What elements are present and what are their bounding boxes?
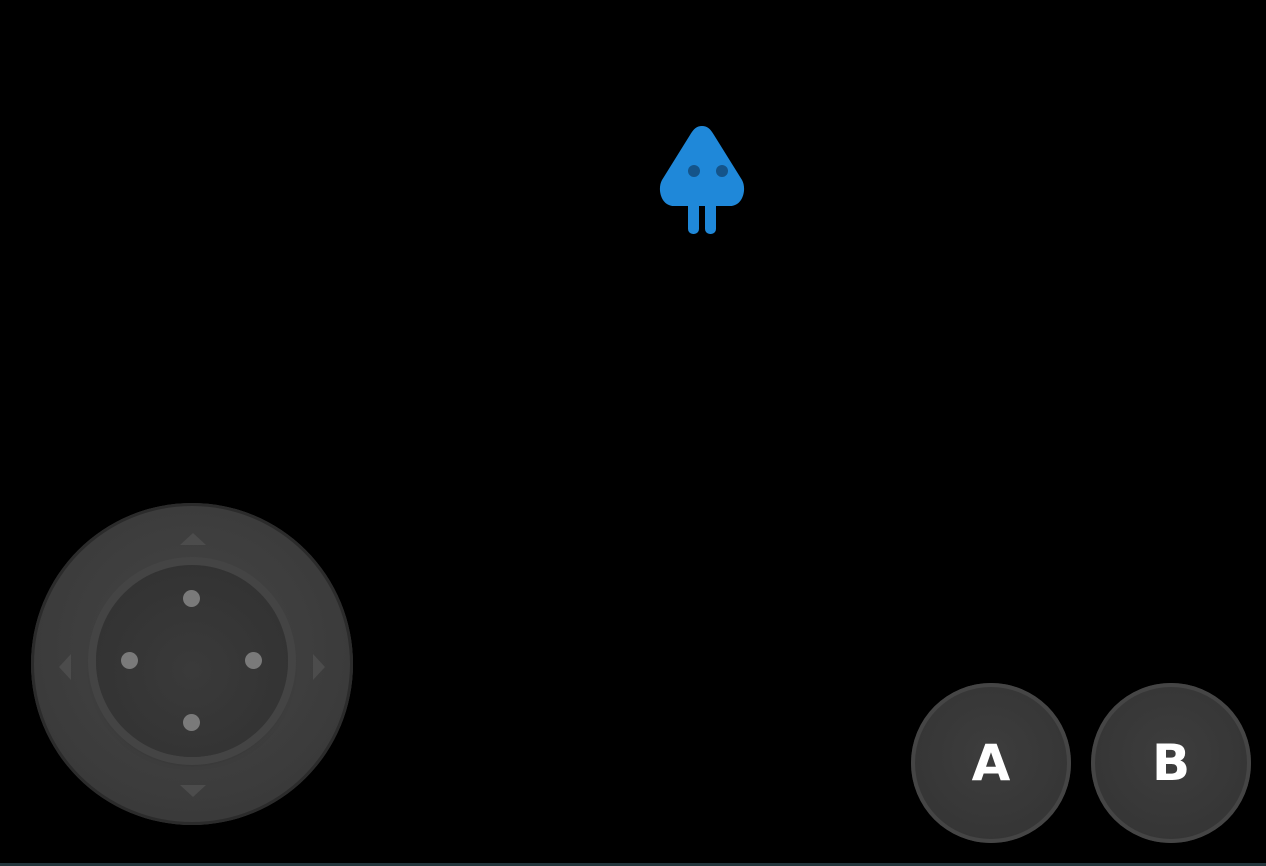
- player-ship-icon: [659, 126, 745, 234]
- knob-dot-left: [121, 652, 138, 669]
- knob-dot-right: [245, 652, 262, 669]
- a-button[interactable]: A: [911, 683, 1071, 843]
- joystick[interactable]: [31, 503, 353, 825]
- joystick-down-arrow-icon: [180, 785, 206, 797]
- game-screen: A B: [0, 0, 1266, 866]
- knob-dot-bottom: [183, 714, 200, 731]
- b-button[interactable]: B: [1091, 683, 1251, 843]
- joystick-left-arrow-icon: [59, 654, 71, 680]
- joystick-up-arrow-icon: [180, 533, 206, 545]
- joystick-knob[interactable]: [96, 565, 288, 757]
- knob-dot-top: [183, 590, 200, 607]
- joystick-right-arrow-icon: [313, 654, 325, 680]
